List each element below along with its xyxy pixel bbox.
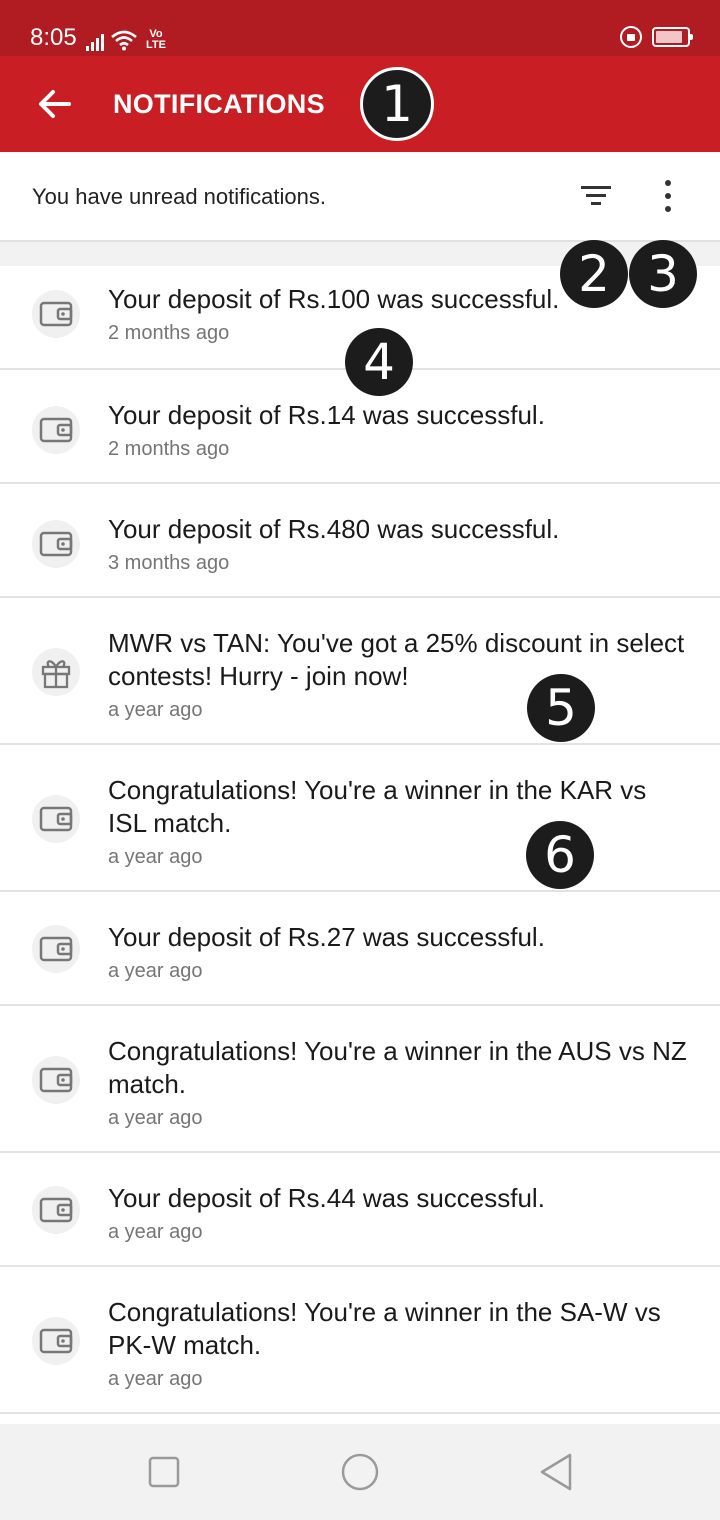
gift-icon (32, 648, 80, 696)
square-icon (148, 1456, 180, 1488)
wallet-icon (32, 795, 80, 843)
volte-bottom: LTE (146, 39, 166, 51)
status-icons: Vo LTE (86, 25, 166, 51)
notification-time: a year ago (108, 846, 203, 868)
wallet-icon (32, 520, 80, 568)
filter-button[interactable] (574, 178, 618, 214)
annotation-marker: 3 (629, 240, 697, 308)
annotation-marker: 6 (526, 821, 594, 889)
notification-title: Your deposit of Rs.44 was successful. (108, 1183, 545, 1213)
arrow-left-icon (39, 90, 71, 118)
annotation-marker: 5 (527, 674, 595, 742)
notification-item[interactable]: Your deposit of Rs.27 was successful. a … (0, 892, 720, 1006)
wallet-icon (32, 1056, 80, 1104)
more-vertical-icon (665, 180, 671, 212)
wallet-icon (32, 1186, 80, 1234)
notification-title: Congratulations! You're a winner in the … (108, 1036, 687, 1099)
back-button[interactable] (30, 80, 78, 128)
volte-icon: Vo LTE (146, 29, 166, 51)
notification-item[interactable]: MWR vs TAN: You've got a 25% discount in… (0, 598, 720, 745)
notification-time: a year ago (108, 960, 203, 982)
back-nav-button[interactable] (532, 1448, 580, 1496)
status-bar: 8:05 Vo LTE (0, 0, 720, 56)
notification-time: 2 months ago (108, 322, 230, 344)
status-time: 8:05 (30, 24, 77, 51)
rotation-lock-icon (620, 26, 642, 48)
circle-icon (341, 1453, 379, 1491)
status-right (620, 26, 693, 48)
wallet-icon (32, 1317, 80, 1365)
notification-time: a year ago (108, 1107, 203, 1129)
more-options-button[interactable] (652, 176, 684, 216)
notification-title: Your deposit of Rs.27 was successful. (108, 922, 545, 952)
notification-time: a year ago (108, 1368, 203, 1390)
wallet-icon (32, 406, 80, 454)
notification-item[interactable]: Congratulations! You're a winner in the … (0, 745, 720, 892)
wallet-icon (32, 290, 80, 338)
home-button[interactable] (334, 1446, 386, 1498)
notification-item[interactable]: Your deposit of Rs.480 was successful. 3… (0, 484, 720, 598)
notification-title: MWR vs TAN: You've got a 25% discount in… (108, 628, 685, 691)
triangle-back-icon (540, 1453, 572, 1491)
notification-time: 3 months ago (108, 552, 230, 574)
page-title: NOTIFICATIONS (113, 89, 325, 119)
notification-item[interactable]: Congratulations! You're a winner in the … (0, 1267, 720, 1414)
wifi-icon (111, 30, 137, 51)
recents-button[interactable] (140, 1448, 188, 1496)
notification-title: Your deposit of Rs.14 was successful. (108, 400, 545, 430)
notification-time: a year ago (108, 1221, 203, 1243)
annotation-marker: 4 (345, 328, 413, 396)
system-nav-bar (0, 1424, 720, 1520)
notification-title: Congratulations! You're a winner in the … (108, 1297, 661, 1360)
notification-title: Your deposit of Rs.480 was successful. (108, 514, 560, 544)
notification-time: a year ago (108, 699, 203, 721)
notification-item[interactable]: Your deposit of Rs.44 was successful. a … (0, 1153, 720, 1267)
filter-icon (581, 186, 611, 205)
wallet-icon (32, 925, 80, 973)
battery-icon (652, 27, 693, 47)
annotation-marker: 1 (360, 67, 434, 141)
signal-icon (86, 33, 104, 51)
notification-list: Your deposit of Rs.100 was successful. 2… (0, 266, 720, 1414)
notification-item[interactable]: Congratulations! You're a winner in the … (0, 1006, 720, 1153)
notification-title: Congratulations! You're a winner in the … (108, 775, 647, 838)
notification-time: 2 months ago (108, 438, 230, 460)
annotation-marker: 2 (560, 240, 628, 308)
unread-message: You have unread notifications. (32, 184, 326, 209)
